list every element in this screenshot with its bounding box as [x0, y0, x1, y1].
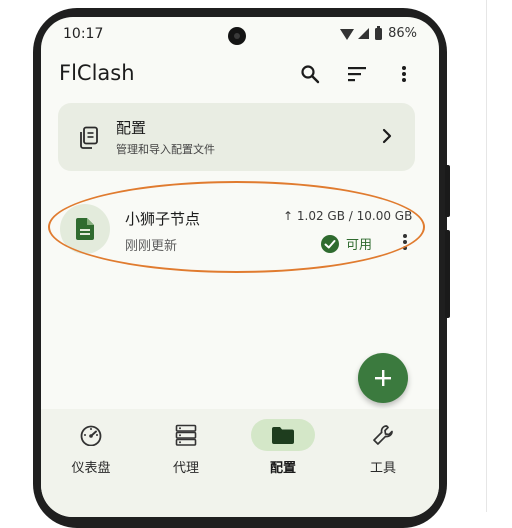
nav-proxy-pill: [154, 419, 218, 451]
config-card-title: 配置: [116, 119, 147, 137]
copy-file-icon: [80, 126, 98, 149]
nav-dashboard-label: 仪表盘: [71, 461, 111, 476]
add-profile-button[interactable]: [358, 353, 408, 403]
nav-dashboard-pill: [59, 419, 123, 451]
nav-tools-label: 工具: [369, 461, 396, 476]
bottom-navigation: 仪表盘 代理 配置 工具: [41, 409, 439, 517]
battery-icon: [375, 25, 383, 40]
sort-icon: [348, 67, 366, 82]
config-card[interactable]: 配置 管理和导入配置文件: [58, 103, 415, 171]
battery-percent: 86%: [388, 26, 417, 41]
chevron-right-icon: [382, 128, 392, 144]
highlight-annotation: [48, 181, 425, 273]
page-divider: [486, 0, 487, 512]
nav-config[interactable]: 配置: [243, 419, 323, 476]
search-button[interactable]: [296, 60, 324, 88]
nav-config-pill: [251, 419, 315, 451]
config-card-subtitle: 管理和导入配置文件: [116, 143, 215, 156]
speedometer-icon: [80, 425, 102, 446]
signal-icon: [358, 28, 370, 39]
plus-icon: [375, 370, 391, 386]
nav-proxy-label: 代理: [172, 461, 199, 476]
search-icon: [301, 65, 320, 84]
nav-proxy[interactable]: 代理: [146, 419, 226, 476]
more-vert-icon: [402, 66, 406, 82]
phone-screen: 10:17 86% FlClash 配置 管理和导入配置文件 小狮子节点 刚刚更…: [41, 17, 439, 517]
nav-tools-pill: [351, 419, 415, 451]
wrench-icon: [373, 425, 393, 445]
server-icon: [175, 424, 197, 446]
nav-tools[interactable]: 工具: [343, 419, 423, 476]
status-time: 10:17: [63, 26, 104, 42]
nav-dashboard[interactable]: 仪表盘: [51, 419, 131, 476]
volume-button: [445, 165, 450, 217]
app-title: FlClash: [59, 61, 135, 85]
camera-cutout: [228, 27, 246, 45]
nav-config-label: 配置: [269, 461, 296, 476]
sort-button[interactable]: [343, 60, 371, 88]
power-button: [445, 230, 450, 318]
status-icons: 86%: [340, 25, 417, 41]
more-options-button[interactable]: [390, 60, 418, 88]
wifi-icon: [340, 29, 355, 40]
folder-icon: [272, 426, 294, 444]
